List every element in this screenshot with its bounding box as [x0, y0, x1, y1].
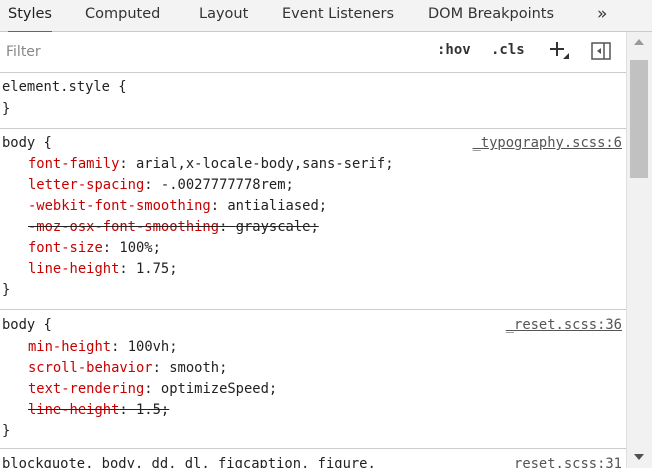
property-value[interactable]: arial,x-locale-body,sans-serif; [136, 156, 394, 172]
tab-computed[interactable]: Computed [85, 0, 160, 31]
rule-close-brace: } [2, 423, 11, 439]
more-tabs-chevron-icon[interactable]: » [597, 0, 607, 31]
rule-selector[interactable]: body { [2, 315, 52, 335]
property-name[interactable]: -moz-osx-font-smoothing [28, 219, 219, 235]
property-name[interactable]: font-family [28, 156, 119, 172]
styles-toolbar: :hov .cls [0, 32, 626, 73]
property-name[interactable]: font-size [28, 240, 103, 256]
rule-selector[interactable]: element.style { [2, 77, 127, 97]
style-property-overridden[interactable]: line-height: 1.5; [28, 400, 169, 420]
style-property[interactable]: min-height: 100vh; [28, 337, 178, 357]
tab-dom-breakpoints[interactable]: DOM Breakpoints [428, 0, 554, 31]
new-style-rule-icon[interactable] [548, 38, 570, 62]
rule-close-brace: } [2, 101, 11, 117]
rule-selector[interactable]: body { [2, 133, 52, 153]
property-value[interactable]: antialiased; [227, 198, 327, 214]
rule-close-brace: } [2, 282, 11, 298]
rule-body-typography: body { _typography.scss:6 font-family: a… [0, 129, 626, 310]
scrollbar-thumb[interactable] [630, 60, 648, 178]
filter-input[interactable] [1, 36, 419, 68]
tab-event-listeners[interactable]: Event Listeners [282, 0, 394, 31]
style-property[interactable]: font-family: arial,x-locale-body,sans-se… [28, 154, 394, 174]
property-name[interactable]: line-height [28, 402, 119, 418]
style-property[interactable]: text-rendering: optimizeSpeed; [28, 379, 277, 399]
property-name[interactable]: line-height [28, 261, 119, 277]
scroll-down-arrow-icon[interactable] [634, 454, 644, 460]
property-name[interactable]: -webkit-font-smoothing [28, 198, 211, 214]
property-name[interactable]: text-rendering [28, 381, 144, 397]
property-value[interactable]: 1.75; [136, 261, 178, 277]
style-property[interactable]: font-size: 100%; [28, 238, 161, 258]
property-name[interactable]: letter-spacing [28, 177, 144, 193]
source-link[interactable]: _reset.scss:31 [506, 454, 622, 468]
style-property[interactable]: -webkit-font-smoothing: antialiased; [28, 196, 327, 216]
property-value[interactable]: -.0027777778rem; [161, 177, 294, 193]
style-property-overridden[interactable]: -moz-osx-font-smoothing: grayscale; [28, 217, 319, 237]
property-value[interactable]: 100vh; [128, 339, 178, 355]
panel-tab-bar: Styles Computed Layout Event Listeners D… [0, 0, 652, 33]
tab-styles[interactable]: Styles [8, 0, 52, 33]
rule-blockquote-reset: blockquote, body, dd, dl, figcaption, fi… [0, 449, 626, 468]
rule-element-style: element.style { } [0, 73, 626, 129]
property-value[interactable]: optimizeSpeed; [161, 381, 277, 397]
property-value[interactable]: 1.5; [136, 402, 169, 418]
style-rules-pane: element.style { } body { _typography.scs… [0, 73, 626, 468]
scroll-up-arrow-icon[interactable] [634, 39, 644, 45]
hover-state-toggle[interactable]: :hov [437, 42, 471, 58]
style-property[interactable]: scroll-behavior: smooth; [28, 358, 227, 378]
rule-body-reset: body { _reset.scss:36 min-height: 100vh;… [0, 310, 626, 449]
property-name[interactable]: scroll-behavior [28, 360, 153, 376]
toggle-sidebar-icon[interactable] [591, 42, 611, 60]
property-value[interactable]: smooth; [169, 360, 227, 376]
property-value[interactable]: 100%; [119, 240, 161, 256]
style-property[interactable]: line-height: 1.75; [28, 259, 178, 279]
property-name[interactable]: min-height [28, 339, 111, 355]
property-value[interactable]: grayscale; [236, 219, 319, 235]
class-toggle[interactable]: .cls [491, 42, 525, 58]
vertical-scrollbar[interactable] [626, 32, 652, 468]
style-property[interactable]: letter-spacing: -.0027777778rem; [28, 175, 294, 195]
source-link[interactable]: _typography.scss:6 [472, 133, 622, 153]
tab-layout[interactable]: Layout [199, 0, 248, 31]
source-link[interactable]: _reset.scss:36 [506, 315, 622, 335]
rule-selector[interactable]: blockquote, body, dd, dl, figcaption, fi… [2, 454, 376, 468]
